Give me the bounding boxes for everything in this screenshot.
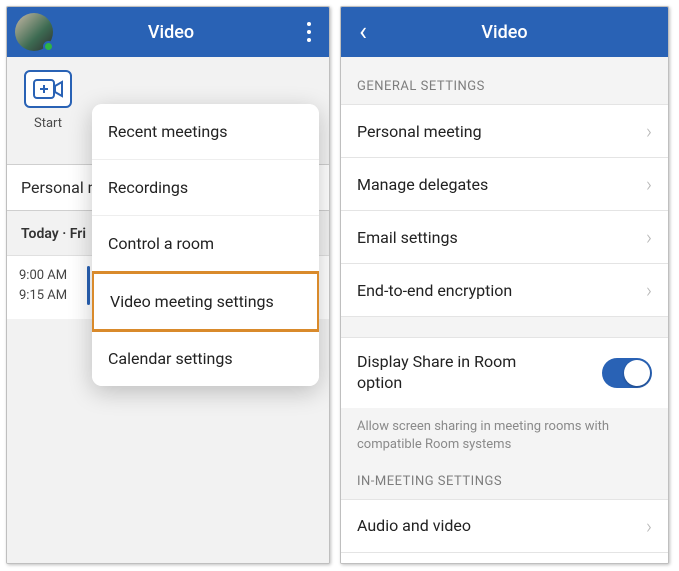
row-display-share-in-room: Display Share in Room option (341, 337, 668, 408)
chevron-right-icon: › (646, 514, 652, 538)
menu-item-control-a-room[interactable]: Control a room (92, 216, 319, 272)
right-phone: ‹ Video GENERAL SETTINGS Personal meetin… (340, 6, 669, 564)
row-personal-meeting[interactable]: Personal meeting › (341, 104, 668, 158)
spacer (341, 317, 668, 337)
left-body: Start Personal m Today · Fri 9:00 AM 9:1… (7, 57, 329, 563)
row-label: Personal meeting (357, 122, 482, 141)
display-share-toggle[interactable] (602, 358, 652, 388)
camera-plus-icon (24, 70, 72, 108)
chevron-right-icon: › (646, 172, 652, 196)
menu-item-recordings[interactable]: Recordings (92, 160, 319, 216)
section-header-inmeeting: IN-MEETING SETTINGS (341, 462, 668, 499)
event-end-time: 9:15 AM (19, 286, 87, 306)
toggle-label: Display Share in Room option (357, 352, 557, 394)
back-button[interactable]: ‹ (341, 7, 385, 57)
overflow-menu: Recent meetings Recordings Control a roo… (92, 104, 319, 386)
left-phone: Video Start Personal m Today · Fri (6, 6, 330, 564)
right-header: ‹ Video (341, 7, 668, 57)
toggle-knob-icon (624, 360, 650, 386)
kebab-icon (307, 20, 311, 44)
right-body: GENERAL SETTINGS Personal meeting › Mana… (341, 57, 668, 563)
today-label: Today · Fri (21, 226, 86, 242)
start-label: Start (19, 116, 77, 131)
row-label: End-to-end encryption (357, 281, 512, 300)
group-inmeeting: Audio and video › Virtual background › (341, 499, 668, 563)
row-manage-delegates[interactable]: Manage delegates › (341, 158, 668, 211)
avatar[interactable] (15, 13, 53, 51)
row-email-settings[interactable]: Email settings › (341, 211, 668, 264)
menu-item-recent-meetings[interactable]: Recent meetings (92, 104, 319, 160)
left-header: Video (7, 7, 329, 57)
chevron-right-icon: › (646, 278, 652, 302)
chevron-right-icon: › (646, 225, 652, 249)
row-end-to-end-encryption[interactable]: End-to-end encryption › (341, 264, 668, 317)
row-audio-and-video[interactable]: Audio and video › (341, 499, 668, 553)
menu-item-calendar-settings[interactable]: Calendar settings (92, 331, 319, 386)
start-tile[interactable]: Start (19, 70, 77, 131)
toggle-helper-text: Allow screen sharing in meeting rooms wi… (341, 408, 668, 462)
chevron-left-icon: ‹ (359, 17, 367, 47)
row-label: Audio and video (357, 516, 471, 535)
presence-dot-icon (43, 41, 54, 52)
more-menu-button[interactable] (289, 7, 329, 57)
left-header-title: Video (53, 22, 289, 43)
event-start-time: 9:00 AM (19, 266, 87, 286)
row-virtual-background[interactable]: Virtual background › (341, 553, 668, 563)
group-general: Personal meeting › Manage delegates › Em… (341, 104, 668, 317)
event-times: 9:00 AM 9:15 AM (19, 266, 87, 305)
menu-item-video-meeting-settings[interactable]: Video meeting settings (92, 271, 319, 332)
chevron-right-icon: › (646, 119, 652, 143)
personal-meeting-label: Personal m (21, 178, 102, 197)
row-label: Manage delegates (357, 175, 488, 194)
event-accent-bar (87, 266, 90, 305)
right-header-title: Video (385, 22, 624, 43)
row-label: Email settings (357, 228, 458, 247)
section-header-general: GENERAL SETTINGS (341, 57, 668, 104)
